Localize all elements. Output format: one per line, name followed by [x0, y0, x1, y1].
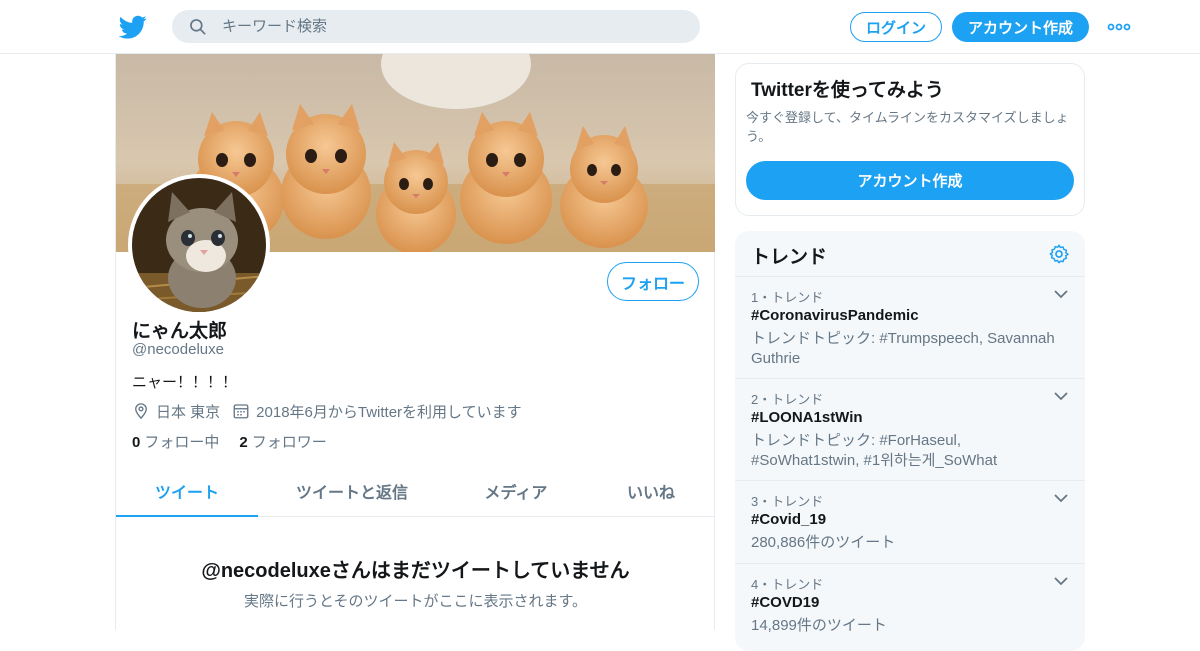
top-bar: ログイン アカウント作成	[0, 0, 1200, 54]
trend-rank: 4・トレンド	[751, 577, 824, 592]
search-icon	[190, 19, 206, 35]
trends-header: トレンド	[735, 231, 1085, 277]
followers-count: 2	[239, 434, 248, 451]
followers-stat[interactable]: 2 フォロワー	[239, 431, 326, 452]
signup-card-text: 今すぐ登録して、タイムラインをカスタマイズしましょう。	[746, 110, 1069, 144]
trend-hashtag[interactable]: #COVD19	[751, 594, 819, 611]
signup-card: Twitterを使ってみよう 今すぐ登録して、タイムラインをカスタマイズしましょ…	[735, 63, 1085, 216]
empty-state-title: @necodeluxeさんはまだツイートしていません	[201, 560, 630, 582]
trend-item[interactable]: 2・トレンド #LOONA1stWin トレンドトピック: #ForHaseul…	[735, 379, 1085, 481]
chevron-down-icon[interactable]	[1053, 492, 1069, 504]
profile-bio: ニャー！！！！	[132, 374, 238, 391]
signup-card-button[interactable]: アカウント作成	[746, 161, 1074, 200]
following-label: フォロー中	[144, 434, 220, 451]
chevron-down-icon[interactable]	[1053, 390, 1069, 402]
profile-column: フォロー にゃん太郎 @necodeluxe ニャー！！！！ 日本 東京 201…	[115, 54, 715, 630]
trend-item[interactable]: 4・トレンド #COVD19 14,899件のツイート	[735, 564, 1085, 651]
profile-stats: 0 フォロー中 2 フォロワー	[132, 431, 327, 452]
more-icon[interactable]	[1106, 17, 1132, 37]
profile-name: にゃん太郎	[132, 321, 228, 342]
profile-joined: 2018年6月からTwitterを利用しています	[256, 403, 522, 421]
kitten-avatar-picture	[132, 178, 266, 312]
following-stat[interactable]: 0 フォロー中	[132, 431, 219, 452]
twitter-logo-icon[interactable]	[119, 13, 147, 41]
profile-meta: 日本 東京 2018年6月からTwitterを利用しています	[132, 401, 522, 421]
signup-card-title: Twitterを使ってみよう	[751, 80, 944, 101]
chevron-down-icon[interactable]	[1053, 575, 1069, 587]
follow-button[interactable]: フォロー	[607, 262, 699, 301]
trend-hashtag[interactable]: #CoronavirusPandemic	[751, 307, 919, 324]
trends-panel: トレンド 1・トレンド #CoronavirusPandemic トレンドトピッ…	[735, 231, 1085, 651]
trend-rank: 3・トレンド	[751, 494, 824, 509]
signup-button[interactable]: アカウント作成	[952, 12, 1089, 42]
login-button[interactable]: ログイン	[850, 12, 942, 42]
trend-rank: 1・トレンド	[751, 290, 824, 305]
profile-avatar[interactable]	[128, 174, 270, 316]
trend-hashtag[interactable]: #LOONA1stWin	[751, 409, 863, 426]
profile-handle[interactable]: @necodeluxe	[132, 341, 224, 358]
profile-tabs: ツイート ツイートと返信 メディア いいね	[116, 466, 715, 517]
trend-rank: 2・トレンド	[751, 392, 824, 407]
profile-location: 日本 東京	[156, 403, 221, 421]
tab-tweets-and-replies[interactable]: ツイートと返信	[282, 466, 422, 516]
trend-description: 280,886件のツイート	[751, 534, 896, 551]
trend-description: トレンドトピック: #ForHaseul, #SoWhat1stwin, #1위…	[751, 432, 998, 469]
calendar-icon	[233, 404, 249, 419]
trend-item[interactable]: 1・トレンド #CoronavirusPandemic トレンドトピック: #T…	[735, 277, 1085, 379]
trend-description: トレンドトピック: #Trumpspeech, Savannah Guthrie	[751, 330, 1055, 367]
gear-icon[interactable]	[1048, 243, 1070, 265]
tab-media[interactable]: メディア	[456, 466, 576, 516]
trend-description: 14,899件のツイート	[751, 617, 887, 634]
location-icon	[135, 403, 147, 420]
followers-label: フォロワー	[251, 434, 327, 451]
tab-likes[interactable]: いいね	[596, 466, 706, 516]
trend-hashtag[interactable]: #Covid_19	[751, 511, 826, 528]
search-input[interactable]	[222, 10, 682, 43]
trend-item[interactable]: 3・トレンド #Covid_19 280,886件のツイート	[735, 481, 1085, 564]
empty-state-subtitle: 実際に行うとそのツイートがここに表示されます。	[243, 593, 588, 610]
tab-tweets[interactable]: ツイート	[116, 466, 258, 517]
chevron-down-icon[interactable]	[1053, 288, 1069, 300]
trends-title: トレンド	[751, 247, 828, 268]
search-bar[interactable]	[172, 10, 700, 43]
following-count: 0	[132, 434, 141, 451]
